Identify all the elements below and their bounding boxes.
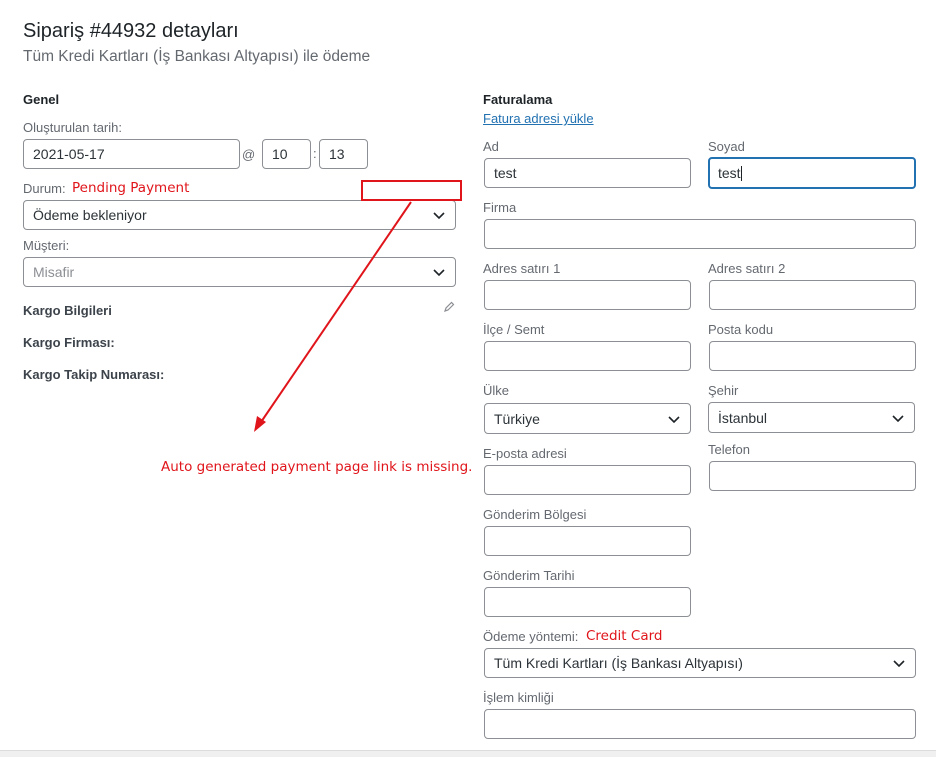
country-label: Ülke (483, 383, 510, 398)
customer-select[interactable]: Misafir (23, 257, 456, 287)
customer-placeholder: Misafir (33, 264, 75, 280)
first-name-value: test (494, 165, 517, 181)
shipping-date-label: Gönderim Tarihi (483, 568, 575, 583)
minute-input[interactable]: 13 (319, 139, 368, 169)
last-name-input[interactable]: test (708, 157, 916, 189)
shipping-region-label: Gönderim Bölgesi (483, 507, 587, 522)
city-value: İstanbul (718, 409, 768, 426)
annotation-missing-link: Auto generated payment page link is miss… (161, 459, 473, 475)
chevron-down-icon (893, 660, 905, 668)
transaction-id-label: İşlem kimliği (483, 690, 554, 705)
phone-input[interactable] (709, 461, 916, 491)
district-input[interactable] (484, 341, 691, 371)
city-label: Şehir (708, 383, 739, 398)
created-date-label: Oluşturulan tarih: (23, 120, 122, 135)
payment-method-label: Ödeme yöntemi: (483, 629, 579, 644)
country-select[interactable]: Türkiye (484, 403, 691, 434)
status-label: Durum: (23, 181, 66, 196)
billing-heading: Faturalama (483, 92, 553, 107)
first-name-input[interactable]: test (484, 158, 691, 188)
payment-method-select[interactable]: Tüm Kredi Kartları (İş Bankası Altyapısı… (484, 648, 916, 678)
address1-input[interactable] (484, 280, 691, 310)
company-label: Firma (483, 200, 517, 215)
chevron-down-icon (433, 212, 445, 220)
email-label: E-posta adresi (483, 446, 567, 461)
created-date-value: 2021-05-17 (33, 146, 105, 162)
first-name-label: Ad (483, 139, 499, 154)
at-symbol: @ (242, 147, 256, 162)
transaction-id-input[interactable] (484, 709, 916, 739)
status-select-value: Ödeme bekleniyor (33, 207, 147, 223)
payment-method-value: Tüm Kredi Kartları (İş Bankası Altyapısı… (494, 655, 743, 671)
load-billing-address-link[interactable]: Fatura adresi yükle (483, 111, 594, 126)
shipping-date-input[interactable] (484, 587, 691, 617)
district-label: İlçe / Semt (483, 322, 545, 337)
city-select[interactable]: İstanbul (708, 402, 915, 433)
phone-label: Telefon (708, 442, 750, 457)
shipping-tracking-label: Kargo Takip Numarası: (23, 367, 165, 382)
bottom-divider (0, 750, 936, 757)
last-name-value: test (718, 165, 741, 181)
shipping-company-label: Kargo Firması: (23, 335, 115, 350)
address1-label: Adres satırı 1 (483, 261, 561, 276)
minute-value: 13 (329, 146, 345, 162)
annotation-highlight-box (361, 180, 462, 201)
last-name-label: Soyad (708, 139, 745, 154)
text-cursor (740, 165, 742, 181)
shipping-region-input[interactable] (484, 526, 691, 556)
address2-label: Adres satırı 2 (708, 261, 786, 276)
shipping-heading: Kargo Bilgileri (23, 303, 112, 318)
address2-input[interactable] (709, 280, 916, 310)
postcode-label: Posta kodu (708, 322, 774, 337)
hour-value: 10 (272, 146, 288, 162)
pencil-icon[interactable] (443, 301, 455, 313)
company-input[interactable] (484, 219, 916, 249)
page-title: Sipariş #44932 detayları (23, 20, 239, 42)
page-subtitle: Tüm Kredi Kartları (İş Bankası Altyapısı… (23, 48, 371, 65)
created-date-input[interactable]: 2021-05-17 (23, 139, 240, 169)
general-heading: Genel (23, 92, 60, 107)
country-value: Türkiye (494, 410, 540, 427)
postcode-input[interactable] (709, 341, 916, 371)
chevron-down-icon (892, 414, 904, 422)
chevron-down-icon (433, 269, 445, 277)
annotation-pending-payment: Pending Payment (72, 180, 190, 196)
time-colon: : (313, 146, 317, 161)
annotation-credit-card: Credit Card (586, 628, 663, 644)
hour-input[interactable]: 10 (262, 139, 311, 169)
customer-label: Müşteri: (23, 238, 70, 253)
status-select[interactable]: Ödeme bekleniyor (23, 200, 456, 230)
chevron-down-icon (668, 415, 680, 423)
email-input[interactable] (484, 465, 691, 495)
